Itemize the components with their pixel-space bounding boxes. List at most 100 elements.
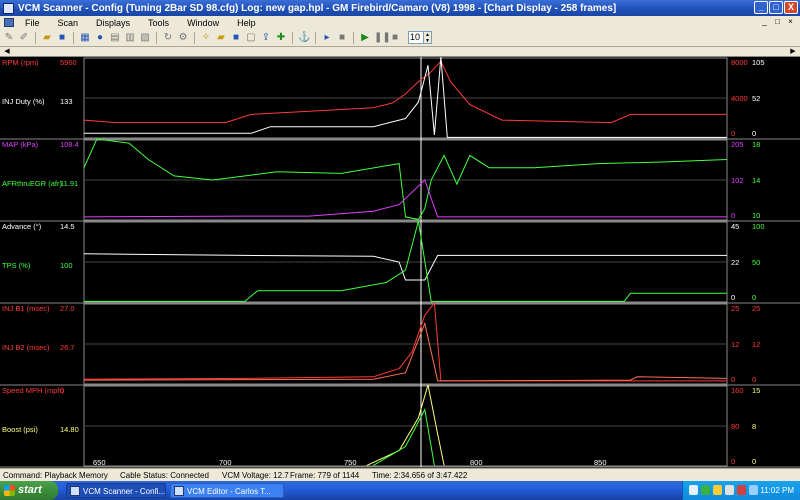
gauge-icon[interactable]: ● [94,32,106,44]
axis-tick-label: 25 [752,304,761,313]
axis-tick-label: 10 [752,211,761,220]
start-button[interactable]: start [0,481,58,500]
trace-value: 108.4 [60,140,79,149]
print-icon[interactable]: ▢ [245,32,257,44]
pause-icon[interactable]: ❚❚ [374,32,391,44]
trace-value: 100 [60,261,73,270]
status-frame: Frame: 779 of 1144 [290,471,360,480]
taskbar-item-vcm-editor[interactable]: VCM Editor - Carlos T... [170,483,284,498]
chart-display[interactable]: RPM (rpm) 5960 INJ Duty (%) 133 8000 4000 0 105… [0,57,800,468]
chart-icon[interactable]: ▥ [124,32,136,44]
close-button[interactable]: X [784,1,798,14]
axis-tick-label: 12 [752,340,761,349]
horizontal-scrollbar[interactable]: ◀ ▶ [0,47,800,57]
axis-tick-label: 0 [752,293,757,302]
taskbar-item-vcm-scanner[interactable]: VCM Scanner - Confi... [66,483,166,498]
inj-duty-trace [84,57,727,138]
trace-label: TPS (%) [2,261,31,270]
map-trace [83,179,727,218]
menu-file[interactable]: File [16,18,49,28]
spinner-arrows-icon[interactable]: ▲ ▼ [424,31,432,44]
menu-help[interactable]: Help [228,18,265,28]
update-icon[interactable] [713,485,722,495]
x-axis-tick-label: 800 [470,458,483,467]
chart-canvas[interactable] [0,57,800,468]
minimize-button[interactable]: _ [754,1,768,14]
menu-tools[interactable]: Tools [139,18,178,28]
axis-tick-label: 0 [752,129,757,138]
app-icon [3,2,14,14]
frame-step-input[interactable]: 10 [408,31,424,44]
axis-tick-label: 22 [731,258,740,267]
scroll-right-icon[interactable]: ▶ [788,47,798,56]
axis-tick-label: 0 [752,375,757,384]
axis-tick-label: 160 [731,386,744,395]
stop-record-icon[interactable]: ■ [336,32,348,44]
edit-icon[interactable]: ✐ [18,32,30,44]
trace-value: 14.5 [60,222,75,231]
table-icon[interactable]: ▤ [109,32,121,44]
status-bar: Command: Playback Memory Cable Status: C… [0,468,800,481]
menu-scan[interactable]: Scan [49,18,88,28]
frame-step-spinner[interactable]: 10 ▲ ▼ [408,31,432,44]
axis-tick-label: 0 [731,457,736,466]
maximize-button[interactable]: □ [769,1,783,14]
trace-value: 26.7 [60,343,75,352]
play-icon[interactable]: ▶ [359,32,371,44]
axis-tick-label: 52 [752,94,761,103]
trace-value: 11.91 [60,179,79,188]
open-folder-icon[interactable]: ▰ [41,32,53,44]
network-icon[interactable] [689,485,698,495]
dashboard-icon[interactable]: ▧ [139,32,151,44]
toolbar-divider [292,31,293,44]
child-close-button[interactable]: × [785,17,796,27]
axis-tick-label: 15 [752,386,761,395]
axis-tick-label: 8 [752,422,757,431]
save-icon[interactable]: ■ [56,32,68,44]
axis-tick-label: 0 [731,211,736,220]
record-icon[interactable]: ▸ [321,32,333,44]
save-log-icon[interactable]: ■ [230,32,242,44]
menu-displays[interactable]: Displays [87,18,139,28]
status-cable: Cable Status: Connected [120,471,209,480]
trace-value: 14.80 [60,425,79,434]
trace-label: Advance (°) [2,222,42,231]
volume-icon[interactable] [725,485,734,495]
anchor-icon[interactable]: ⚓ [298,32,310,44]
trace-value: 0 [60,386,65,395]
axis-tick-label: 50 [752,258,761,267]
axis-tick-label: 14 [752,176,761,185]
refresh-icon[interactable]: ↻ [162,32,174,44]
monitor-icon[interactable] [749,485,758,495]
axis-tick-label: 0 [752,457,757,466]
new-log-icon[interactable]: ✧ [200,32,212,44]
vcm-editor-icon [174,486,184,496]
axis-tick-label: 4000 [731,94,748,103]
pencil-icon[interactable]: ✎ [3,32,15,44]
open-log-icon[interactable]: ▰ [215,32,227,44]
status-time: Time: 2:34.656 of 3:47.422 [372,471,468,480]
plugin-icon[interactable]: ✚ [275,32,287,44]
title-bar[interactable]: VCM Scanner - Config (Tuning 2Bar SD 98.… [0,0,800,16]
settings-icon[interactable]: ⚙ [177,32,189,44]
scroll-left-icon[interactable]: ◀ [2,47,12,56]
toolbar: ✎ ✐ ▰ ■ ▦ ● ▤ ▥ ▧ ↻ ⚙ ✧ ▰ ■ ▢ ⇪ ✚ ⚓ ▸ ■ … [0,29,800,47]
clock: 11:02 PM [760,486,794,495]
trace-label: Speed MPH (mph) [2,386,65,395]
export-icon[interactable]: ⇪ [260,32,272,44]
antivirus-icon[interactable] [737,485,746,495]
grid-icon[interactable]: ▦ [79,32,91,44]
axis-tick-label: 8000 [731,58,748,67]
child-minimize-button[interactable]: _ [759,17,770,27]
toolbar-divider [353,31,354,44]
trace-label: INJ Duty (%) [2,97,45,106]
shield-icon[interactable] [701,485,710,495]
menu-window[interactable]: Window [178,18,228,28]
child-restore-button[interactable]: □ [772,17,783,27]
stop-icon[interactable]: ■ [389,32,401,44]
rpm-trace [83,60,727,124]
document-icon[interactable] [4,18,14,27]
axis-tick-label: 102 [731,176,744,185]
app-window: VCM Scanner - Config (Tuning 2Bar SD 98.… [0,0,800,500]
trace-value: 133 [60,97,73,106]
